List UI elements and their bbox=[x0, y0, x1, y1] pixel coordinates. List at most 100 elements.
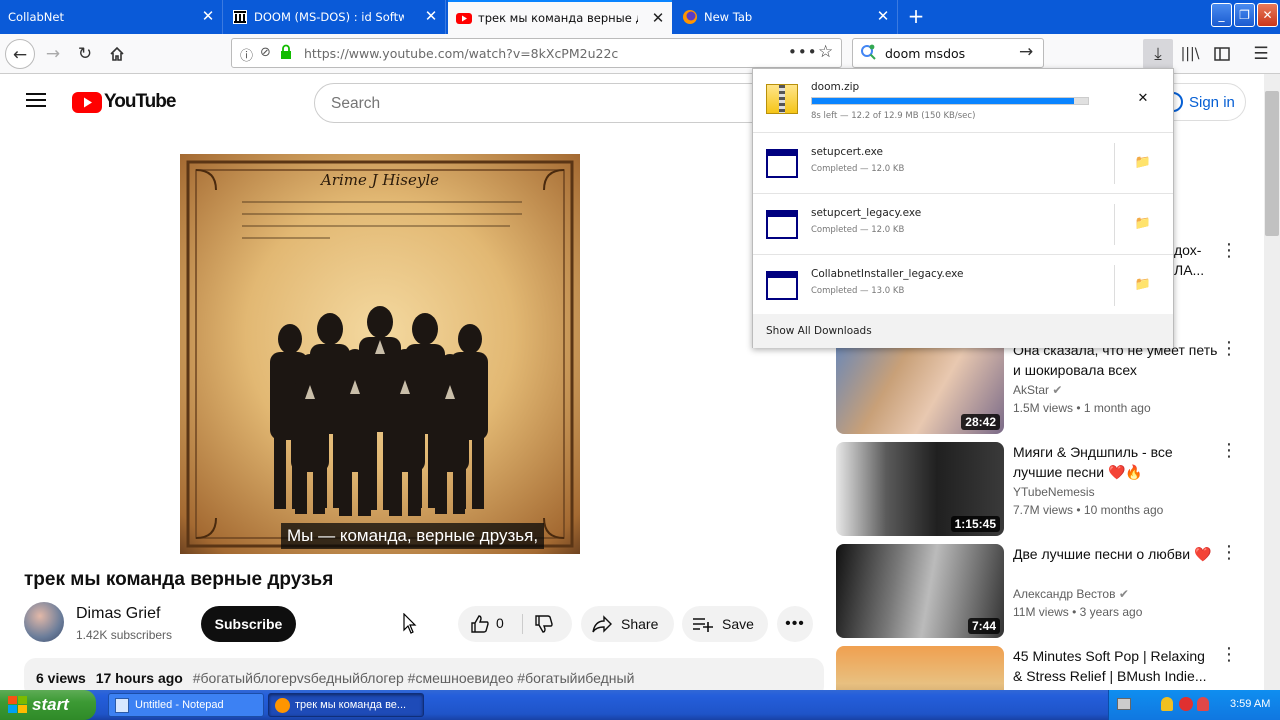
related-video-title[interactable]: Две лучшие песни о любви ❤️ bbox=[1013, 544, 1218, 564]
network-icon[interactable] bbox=[1117, 698, 1131, 710]
lock-icon[interactable] bbox=[280, 44, 292, 64]
more-vertical-icon[interactable]: ⋮ bbox=[1220, 544, 1238, 564]
share-button[interactable]: Share bbox=[581, 606, 674, 642]
open-folder-icon[interactable]: 📁 bbox=[1133, 214, 1153, 234]
download-item[interactable]: CollabnetInstaller_legacy.exe Completed … bbox=[753, 255, 1173, 314]
guide-menu-button[interactable] bbox=[26, 92, 46, 112]
forward-button[interactable]: → bbox=[38, 39, 68, 69]
more-vertical-icon[interactable]: ⋮ bbox=[1220, 646, 1238, 666]
channel-name[interactable]: Dimas Grief bbox=[76, 605, 160, 623]
clock[interactable]: 3:59 AM bbox=[1230, 698, 1270, 710]
download-status: Completed — 12.0 KB bbox=[811, 164, 905, 174]
video-thumbnail[interactable]: 7:44 bbox=[836, 544, 1004, 638]
more-vertical-icon[interactable]: ⋮ bbox=[1220, 442, 1238, 462]
alert-icon[interactable] bbox=[1179, 697, 1193, 711]
download-item[interactable]: setupcert_legacy.exe Completed — 12.0 KB… bbox=[753, 194, 1173, 255]
library-button[interactable]: |||\ bbox=[1175, 39, 1205, 69]
related-video-title[interactable]: Мияги & Эндшпиль - все лучшие песни ❤️🔥 bbox=[1013, 442, 1218, 482]
like-button[interactable] bbox=[470, 614, 490, 637]
security-shield-icon[interactable] bbox=[1161, 697, 1173, 711]
info-icon[interactable]: ⓘ bbox=[240, 45, 253, 64]
home-button[interactable] bbox=[102, 39, 132, 69]
youtube-search-box[interactable] bbox=[314, 83, 784, 123]
show-all-downloads-button[interactable]: Show All Downloads bbox=[753, 314, 1173, 348]
scrollbar-thumb[interactable] bbox=[1265, 91, 1279, 236]
maximize-button[interactable]: ❐ bbox=[1234, 3, 1255, 27]
more-vertical-icon[interactable]: ⋮ bbox=[1220, 340, 1238, 360]
sidebar-toggle-button[interactable] bbox=[1207, 39, 1237, 69]
download-item[interactable]: doom.zip 8s left — 12.2 of 12.9 MB (150 … bbox=[753, 69, 1173, 133]
duration-badge: 7:44 bbox=[967, 618, 1000, 634]
tab-doom[interactable]: DOOM (MS-DOS) : id Software : F ✕ bbox=[224, 0, 446, 34]
youtube-logo[interactable]: YouTube bbox=[72, 91, 176, 113]
hashtags[interactable]: #богатыйблогерvsбедныйблогер #смешноевид… bbox=[193, 670, 635, 686]
search-input[interactable] bbox=[331, 95, 731, 113]
download-item[interactable]: setupcert.exe Completed — 12.0 KB 📁 bbox=[753, 133, 1173, 194]
taskbar-item-firefox[interactable]: трек мы команда ве... bbox=[268, 693, 424, 717]
page-actions-icon[interactable]: ••• bbox=[788, 43, 818, 61]
start-button[interactable]: start bbox=[0, 690, 96, 720]
subscribe-button[interactable]: Subscribe bbox=[201, 606, 296, 642]
subscriber-count: 1.42K subscribers bbox=[76, 628, 173, 642]
channel-avatar[interactable] bbox=[24, 602, 64, 642]
tab-label: трек мы команда верные друзья bbox=[478, 11, 638, 25]
firefox-icon bbox=[682, 9, 698, 25]
downloads-button[interactable]: ⤓ bbox=[1143, 39, 1173, 69]
video-thumbnail[interactable]: 28:42 bbox=[836, 340, 1004, 434]
tab-youtube[interactable]: трек мы команда верные друзья ✕ bbox=[448, 0, 672, 34]
close-tab-icon[interactable]: ✕ bbox=[200, 8, 216, 24]
dislike-button[interactable] bbox=[534, 614, 554, 637]
video-thumbnail[interactable] bbox=[836, 646, 1004, 690]
close-tab-icon[interactable]: ✕ bbox=[650, 10, 666, 26]
related-video[interactable]: 1:15:45 Мияги & Эндшпиль - все лучшие пе… bbox=[836, 442, 1246, 536]
bookmark-star-icon[interactable]: ☆ bbox=[818, 42, 833, 62]
open-folder-icon[interactable]: 📁 bbox=[1133, 275, 1153, 295]
related-video[interactable]: 28:42 Она сказала, что не умеет петь и ш… bbox=[836, 340, 1246, 434]
tab-new-tab[interactable]: New Tab ✕ bbox=[674, 0, 898, 34]
autoplay-blocked-icon[interactable]: ⊘ bbox=[260, 45, 271, 60]
taskbar-item-notepad[interactable]: Untitled - Notepad bbox=[108, 693, 264, 717]
related-channel[interactable]: AkStar ✔ bbox=[1013, 383, 1062, 397]
open-folder-icon[interactable]: 📁 bbox=[1133, 153, 1153, 173]
close-tab-icon[interactable]: ✕ bbox=[423, 8, 439, 24]
related-channel[interactable]: YTubeNemesis bbox=[1013, 485, 1095, 499]
minimize-button[interactable]: _ bbox=[1211, 3, 1232, 27]
exe-file-icon bbox=[766, 271, 798, 300]
video-caption: Мы — команда, верные друзья, bbox=[281, 523, 545, 549]
security-center-icon[interactable] bbox=[1197, 697, 1209, 711]
channel-label: AkStar bbox=[1013, 383, 1050, 397]
related-video[interactable]: 7:44 Две лучшие песни о любви ❤️ Алексан… bbox=[836, 544, 1246, 638]
search-bar[interactable]: doom msdos → bbox=[852, 38, 1044, 68]
related-video-title[interactable]: 45 Minutes Soft Pop | Relaxing & Stress … bbox=[1013, 646, 1218, 686]
related-channel[interactable]: Александр Вестов ✔ bbox=[1013, 587, 1129, 601]
search-field-value[interactable]: doom msdos bbox=[885, 46, 965, 61]
more-vertical-icon[interactable]: ⋮ bbox=[1220, 240, 1238, 261]
vertical-scrollbar[interactable] bbox=[1264, 74, 1280, 690]
new-tab-button[interactable]: + bbox=[905, 4, 927, 28]
tab-bar: CollabNet ✕ DOOM (MS-DOS) : id Software … bbox=[0, 0, 1280, 34]
download-status: Completed — 12.0 KB bbox=[811, 225, 905, 235]
youtube-logo-text: YouTube bbox=[104, 91, 176, 112]
cancel-download-icon[interactable]: ✕ bbox=[1133, 89, 1153, 109]
thumbs-down-icon bbox=[535, 615, 553, 633]
close-window-button[interactable]: ✕ bbox=[1257, 3, 1278, 27]
video-thumbnail[interactable]: 1:15:45 bbox=[836, 442, 1004, 536]
back-button[interactable]: ← bbox=[5, 39, 35, 69]
menu-button[interactable]: ☰ bbox=[1246, 39, 1276, 69]
reload-button[interactable]: ↻ bbox=[70, 39, 100, 69]
hamburger-menu-icon bbox=[26, 93, 46, 107]
share-label: Share bbox=[621, 616, 659, 632]
related-video[interactable]: 45 Minutes Soft Pop | Relaxing & Stress … bbox=[836, 646, 1246, 690]
verified-icon: ✔ bbox=[1052, 383, 1063, 397]
video-player[interactable]: Arime J Hiseyle bbox=[180, 154, 580, 554]
download-status: Completed — 13.0 KB bbox=[811, 286, 905, 296]
search-go-icon[interactable]: → bbox=[1019, 42, 1033, 62]
close-tab-icon[interactable]: ✕ bbox=[875, 8, 891, 24]
more-actions-button[interactable]: ••• bbox=[777, 606, 813, 642]
url-bar[interactable]: ⓘ ⊘ https://www.youtube.com/watch?v=8kXc… bbox=[231, 38, 842, 68]
save-button[interactable]: Save bbox=[682, 606, 768, 642]
hamburger-menu-icon: ☰ bbox=[1253, 44, 1269, 64]
url-text[interactable]: https://www.youtube.com/watch?v=8kXcPM2u… bbox=[304, 46, 618, 61]
windows-taskbar: start Untitled - Notepad трек мы команда… bbox=[0, 690, 1280, 720]
tab-collabnet[interactable]: CollabNet ✕ bbox=[0, 0, 223, 34]
